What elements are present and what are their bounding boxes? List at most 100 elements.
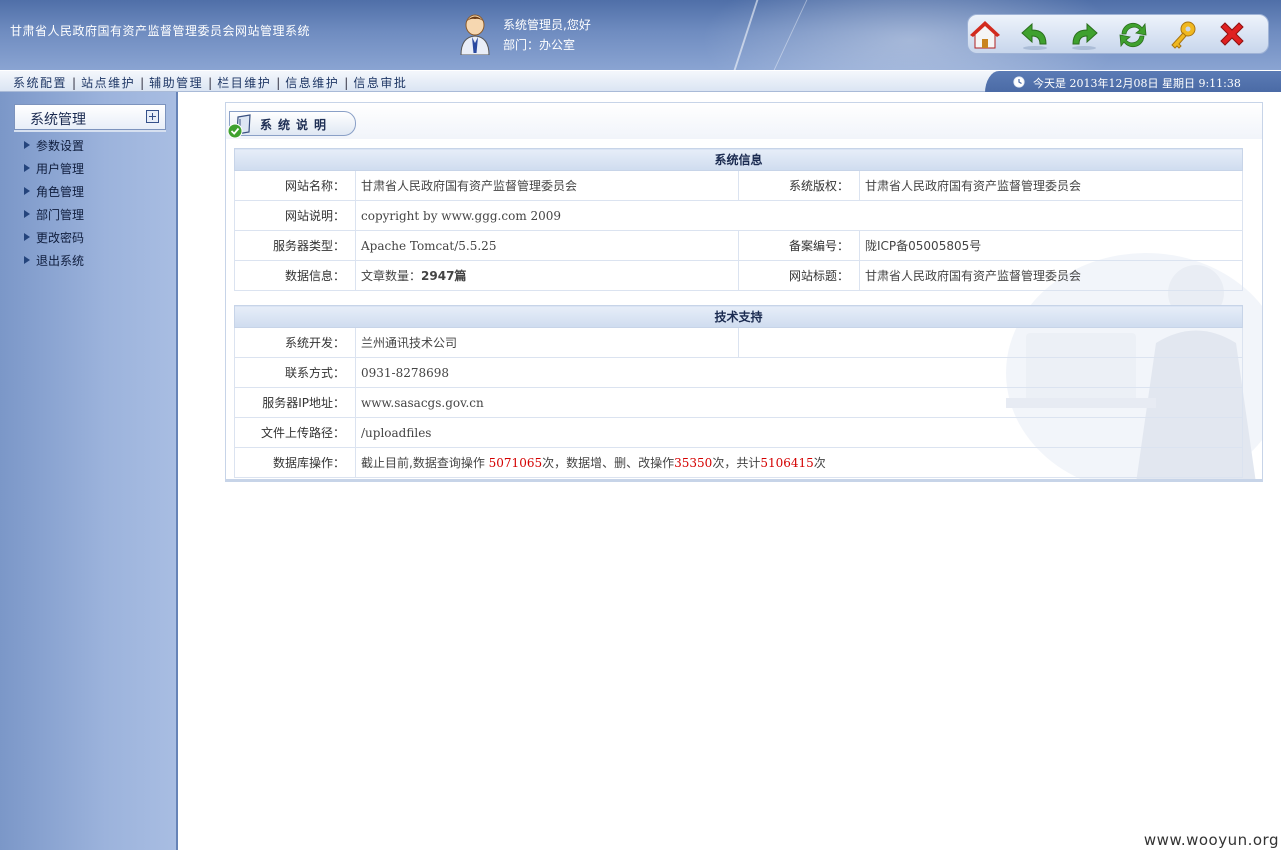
db-ops-prefix: 截止目前,数据查询操作 — [361, 456, 485, 470]
copyright-label: 系统版权： — [738, 170, 860, 201]
table-row: 网站名称： 甘肃省人民政府国有资产监督管理委员会 系统版权： 甘肃省人民政府国有… — [234, 170, 1243, 201]
table-heading-row: 系统信息 — [234, 148, 1243, 171]
forward-icon[interactable] — [1067, 18, 1101, 52]
icp-label: 备案编号： — [738, 230, 860, 261]
toolbar — [967, 14, 1269, 54]
nav-item-site-maintenance[interactable]: 站点维护 — [81, 76, 135, 90]
sidebar-item-label: 部门管理 — [36, 208, 85, 222]
department-label: 部门： — [503, 38, 540, 52]
sidebar-item-user-management[interactable]: 用户管理 — [24, 161, 84, 184]
empty-cell — [738, 327, 1243, 358]
icp-value: 陇ICP备05005805号 — [859, 230, 1243, 261]
developer-label: 系统开发： — [234, 327, 356, 358]
clock-icon — [1013, 76, 1025, 88]
upload-path-label: 文件上传路径： — [234, 417, 356, 448]
sidebar-item-label: 参数设置 — [36, 139, 85, 153]
article-count: 2947篇 — [421, 269, 467, 283]
tech-support-table: 技术支持 系统开发： 兰州通讯技术公司 联系方式： 0931-8278698 服… — [234, 305, 1243, 478]
sidebar-item-logout[interactable]: 退出系统 — [24, 253, 84, 276]
sidebar-item-role-management[interactable]: 角色管理 — [24, 184, 84, 207]
sidebar-title: 系统管理 — [30, 112, 86, 128]
table-row: 服务器类型： Apache Tomcat/5.5.25 备案编号： 陇ICP备0… — [234, 230, 1243, 261]
site-desc-label: 网站说明： — [234, 200, 356, 231]
nav-separator: | — [276, 76, 281, 90]
system-description-panel: 系统说明 系统信息 网站名称： 甘肃省人民政府国有资产监督管理委员会 系统版权：… — [225, 102, 1263, 482]
user-department: 部门：办公室 — [503, 36, 575, 53]
db-ops-mid: 次，数据增、删、改操作 — [542, 456, 675, 470]
sidebar-item-parameter-settings[interactable]: 参数设置 — [24, 138, 84, 161]
table-row: 网站说明： copyright by www.ggg.com 2009 — [234, 200, 1243, 231]
site-name-value: 甘肃省人民政府国有资产监督管理委员会 — [355, 170, 739, 201]
user-avatar-icon — [460, 14, 490, 55]
db-ops-label: 数据库操作： — [234, 447, 356, 478]
db-total-count: 5106415 — [760, 456, 814, 470]
sidebar-item-label: 角色管理 — [36, 185, 85, 199]
current-date: 今天是 2013年12月08日 星期日 9:11:38 — [1033, 77, 1241, 90]
contact-value: 0931-8278698 — [355, 357, 1243, 388]
arrow-right-icon — [24, 210, 30, 218]
arrow-right-icon — [24, 256, 30, 264]
server-type-value: Apache Tomcat/5.5.25 — [355, 230, 739, 261]
data-info-value: 文章数量：2947篇 — [355, 260, 739, 291]
key-icon[interactable] — [1166, 18, 1200, 52]
site-name-label: 网站名称： — [234, 170, 356, 201]
table-row: 文件上传路径： /uploadfiles — [234, 417, 1243, 448]
table-row: 联系方式： 0931-8278698 — [234, 357, 1243, 388]
site-title: 甘肃省人民政府国有资产监督管理委员会网站管理系统 — [10, 24, 311, 38]
sidebar-item-label: 退出系统 — [36, 254, 85, 268]
db-modify-count: 35350 — [674, 456, 713, 470]
nav-separator: | — [72, 76, 77, 90]
document-check-icon — [227, 114, 251, 139]
department-value: 办公室 — [539, 38, 576, 52]
site-desc-value: copyright by www.ggg.com 2009 — [355, 200, 1243, 231]
panel-tab: 系统说明 — [227, 111, 356, 139]
panel-title: 系统说明 — [260, 118, 333, 132]
nav-item-info-approval[interactable]: 信息审批 — [353, 76, 407, 90]
sidebar-item-label: 用户管理 — [36, 162, 85, 176]
db-query-count: 5071065 — [488, 456, 543, 470]
top-navbar: 系统配置 | 站点维护 | 辅助管理 | 栏目维护 | 信息维护 | 信息审批 今天是 2013年1… — [0, 70, 1281, 93]
nav-item-info-maintenance[interactable]: 信息维护 — [285, 76, 339, 90]
server-ip-value: www.sasacgs.gov.cn — [355, 387, 1243, 418]
sidebar: 系统管理 参数设置 用户管理 角色管理 部门管理 更改密码 退出系统 — [0, 92, 178, 850]
site-title-label: 网站标题： — [738, 260, 860, 291]
user-greeting: 系统管理员,您好 — [503, 18, 591, 32]
home-icon[interactable] — [968, 18, 1002, 52]
header: 甘肃省人民政府国有资产监督管理委员会网站管理系统 系统管理员,您好 部门：办公室 — [0, 0, 1281, 70]
sidebar-menu: 参数设置 用户管理 角色管理 部门管理 更改密码 退出系统 — [24, 138, 84, 276]
watermark-text: www.wooyun.org — [1143, 831, 1279, 849]
sidebar-header[interactable]: 系统管理 — [14, 104, 166, 130]
table-heading-row: 技术支持 — [234, 305, 1243, 328]
nav-separator: | — [344, 76, 349, 90]
table-row: 服务器IP地址： www.sasacgs.gov.cn — [234, 387, 1243, 418]
nav-menu: 系统配置 | 站点维护 | 辅助管理 | 栏目维护 | 信息维护 | 信息审批 — [13, 74, 407, 91]
arrow-right-icon — [24, 164, 30, 172]
nav-item-system-config[interactable]: 系统配置 — [13, 76, 67, 90]
expand-plus-icon[interactable] — [146, 110, 159, 123]
arrow-right-icon — [24, 141, 30, 149]
data-info-label: 数据信息： — [234, 260, 356, 291]
system-info-heading: 系统信息 — [234, 148, 1243, 171]
tech-support-heading: 技术支持 — [234, 305, 1243, 328]
panel-header-bar: 系统说明 — [226, 103, 1262, 139]
back-icon[interactable] — [1018, 18, 1052, 52]
date-box: 今天是 2013年12月08日 星期日 9:11:38 — [985, 71, 1281, 93]
close-icon[interactable] — [1215, 18, 1249, 52]
sidebar-item-change-password[interactable]: 更改密码 — [24, 230, 84, 253]
copyright-value: 甘肃省人民政府国有资产监督管理委员会 — [859, 170, 1243, 201]
db-ops-value: 截止目前,数据查询操作 5071065次，数据增、删、改操作35350次，共计5… — [355, 447, 1243, 478]
sidebar-item-department-management[interactable]: 部门管理 — [24, 207, 84, 230]
system-info-table: 系统信息 网站名称： 甘肃省人民政府国有资产监督管理委员会 系统版权： 甘肃省人… — [234, 148, 1243, 291]
server-ip-label: 服务器IP地址： — [234, 387, 356, 418]
nav-item-auxiliary[interactable]: 辅助管理 — [149, 76, 203, 90]
contact-label: 联系方式： — [234, 357, 356, 388]
table-row: 数据库操作： 截止目前,数据查询操作 5071065次，数据增、删、改操作353… — [234, 447, 1243, 478]
table-row: 系统开发： 兰州通讯技术公司 — [234, 327, 1243, 358]
db-ops-suffix: 次 — [813, 456, 826, 470]
nav-item-column-maintenance[interactable]: 栏目维护 — [217, 76, 271, 90]
refresh-icon[interactable] — [1116, 18, 1150, 52]
main-content: 系统说明 系统信息 网站名称： 甘肃省人民政府国有资产监督管理委员会 系统版权：… — [180, 92, 1281, 850]
db-ops-total-prefix: 次，共计 — [712, 456, 761, 470]
arrow-right-icon — [24, 233, 30, 241]
sidebar-item-label: 更改密码 — [36, 231, 85, 245]
